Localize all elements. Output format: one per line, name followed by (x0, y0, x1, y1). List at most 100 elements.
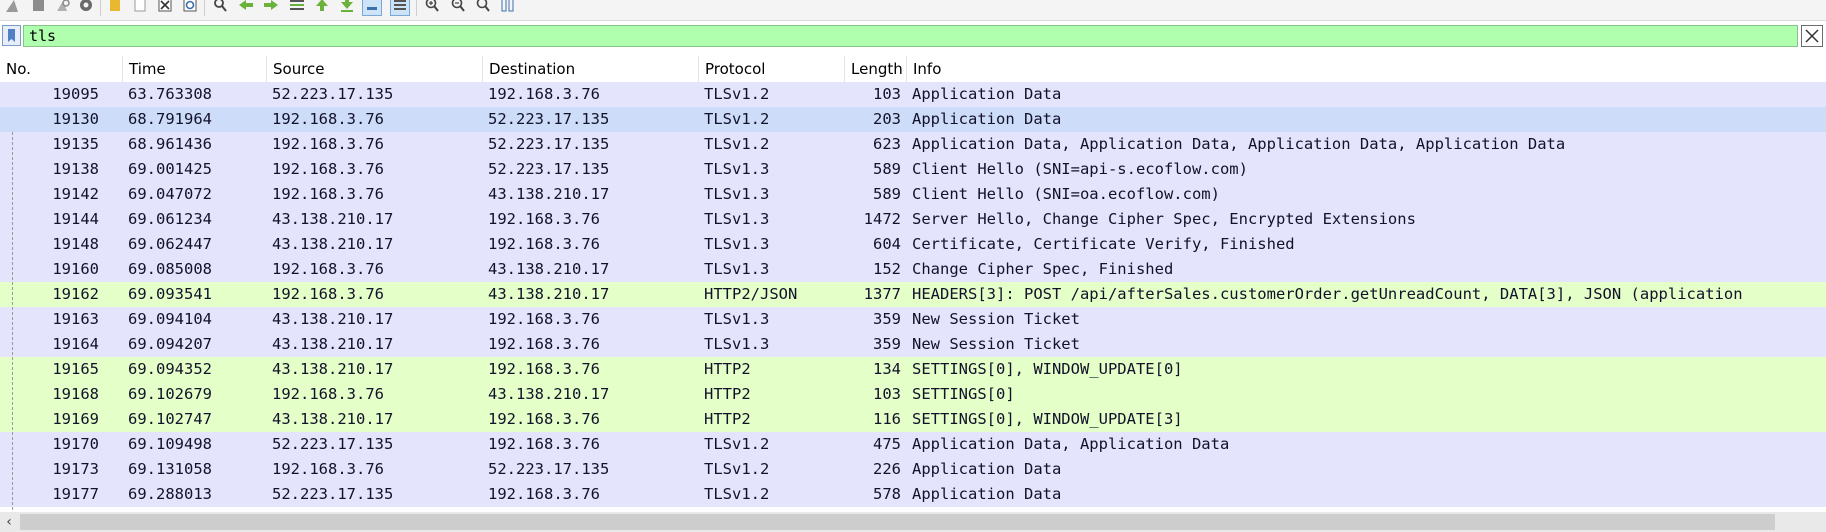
cell-length: 103 (873, 385, 901, 403)
column-header-no[interactable]: No. (0, 56, 123, 82)
table-row[interactable]: 19095 63.763308 52.223.17.135 192.168.3.… (0, 82, 1826, 107)
table-row[interactable]: 19162 69.093541 192.168.3.76 43.138.210.… (0, 282, 1826, 307)
stop-capture-icon[interactable] (28, 0, 48, 16)
bookmark-icon[interactable] (2, 25, 21, 46)
cell-time: 69.061234 (128, 210, 212, 228)
cell-info: Application Data (912, 485, 1062, 503)
conversation-line (12, 132, 13, 520)
table-row[interactable]: 19177 69.288013 52.223.17.135 192.168.3.… (0, 482, 1826, 507)
table-row[interactable]: 19130 68.791964 192.168.3.76 52.223.17.1… (0, 107, 1826, 132)
cell-length: 134 (873, 360, 901, 378)
capture-options-icon[interactable] (76, 0, 96, 16)
cell-length: 226 (873, 460, 901, 478)
cell-destination: 43.138.210.17 (488, 260, 610, 278)
cell-info: Application Data, Application Data (912, 435, 1230, 453)
column-header-source[interactable]: Source (267, 56, 483, 82)
cell-time: 69.131058 (128, 460, 212, 478)
cell-protocol: TLSv1.3 (704, 160, 770, 178)
table-row[interactable]: 19135 68.961436 192.168.3.76 52.223.17.1… (0, 132, 1826, 157)
cell-destination: 52.223.17.135 (488, 110, 610, 128)
table-row[interactable]: 19164 69.094207 43.138.210.17 192.168.3.… (0, 332, 1826, 357)
cell-length: 623 (873, 135, 901, 153)
table-row[interactable]: 19168 69.102679 192.168.3.76 43.138.210.… (0, 382, 1826, 407)
colorize-icon[interactable] (390, 0, 410, 16)
cell-no: 19170 (52, 435, 99, 453)
zoom-in-icon[interactable] (422, 0, 442, 16)
table-row[interactable]: 19170 69.109498 52.223.17.135 192.168.3.… (0, 432, 1826, 457)
cell-protocol: TLSv1.3 (704, 185, 770, 203)
cell-length: 103 (873, 85, 901, 103)
table-row[interactable]: 19148 69.062447 43.138.210.17 192.168.3.… (0, 232, 1826, 257)
cell-source: 192.168.3.76 (272, 135, 384, 153)
save-file-icon[interactable] (130, 0, 150, 16)
clear-filter-icon[interactable] (1801, 25, 1823, 47)
cell-source: 192.168.3.76 (272, 185, 384, 203)
cell-info: New Session Ticket (912, 335, 1080, 353)
cell-length: 359 (873, 335, 901, 353)
table-row[interactable]: 19165 69.094352 43.138.210.17 192.168.3.… (0, 357, 1826, 382)
last-packet-icon[interactable] (337, 0, 357, 16)
cell-source: 43.138.210.17 (272, 310, 394, 328)
cell-source: 52.223.17.135 (272, 435, 394, 453)
go-back-icon[interactable] (236, 0, 256, 16)
table-row[interactable]: 19169 69.102747 43.138.210.17 192.168.3.… (0, 407, 1826, 432)
table-row[interactable]: 19144 69.061234 43.138.210.17 192.168.3.… (0, 207, 1826, 232)
column-header-info[interactable]: Info (907, 56, 1826, 82)
cell-info: Application Data (912, 85, 1062, 103)
scroll-left-arrow-icon[interactable]: ‹ (0, 512, 18, 532)
column-header-length[interactable]: Length (845, 56, 907, 82)
restart-capture-icon[interactable] (52, 0, 72, 16)
cell-source: 43.138.210.17 (272, 335, 394, 353)
close-file-icon[interactable] (155, 0, 175, 16)
cell-time: 69.047072 (128, 185, 212, 203)
column-header-time[interactable]: Time (123, 56, 267, 82)
normal-size-icon[interactable] (473, 0, 493, 16)
cell-destination: 192.168.3.76 (488, 435, 600, 453)
display-filter-input[interactable]: tls (23, 25, 1798, 47)
cell-no: 19135 (52, 135, 99, 153)
cell-protocol: TLSv1.2 (704, 485, 770, 503)
cell-no: 19162 (52, 285, 99, 303)
resize-columns-icon[interactable] (498, 0, 518, 16)
open-file-icon[interactable] (105, 0, 125, 16)
cell-destination: 192.168.3.76 (488, 310, 600, 328)
column-header-protocol[interactable]: Protocol (699, 56, 845, 82)
autoscroll-icon[interactable] (362, 0, 382, 16)
table-row[interactable]: 19173 69.131058 192.168.3.76 52.223.17.1… (0, 457, 1826, 482)
go-to-packet-icon[interactable] (287, 0, 307, 16)
cell-protocol: HTTP2 (704, 385, 751, 403)
shark-fin-icon[interactable] (2, 0, 22, 16)
column-header-destination[interactable]: Destination (483, 56, 699, 82)
cell-source: 192.168.3.76 (272, 110, 384, 128)
cell-destination: 192.168.3.76 (488, 485, 600, 503)
table-row[interactable]: 19163 69.094104 43.138.210.17 192.168.3.… (0, 307, 1826, 332)
packet-list: 19095 63.763308 52.223.17.135 192.168.3.… (0, 82, 1826, 508)
zoom-out-icon[interactable] (448, 0, 468, 16)
scrollbar-thumb[interactable] (20, 514, 1775, 530)
cell-info: Client Hello (SNI=api-s.ecoflow.com) (912, 160, 1248, 178)
cell-no: 19144 (52, 210, 99, 228)
go-forward-icon[interactable] (261, 0, 281, 16)
cell-destination: 192.168.3.76 (488, 235, 600, 253)
find-packet-icon[interactable] (210, 0, 230, 16)
table-row[interactable]: 19142 69.047072 192.168.3.76 43.138.210.… (0, 182, 1826, 207)
cell-info: SETTINGS[0] (912, 385, 1015, 403)
cell-info: Certificate, Certificate Verify, Finishe… (912, 235, 1295, 253)
cell-info: Client Hello (SNI=oa.ecoflow.com) (912, 185, 1220, 203)
horizontal-scrollbar[interactable]: ‹ (0, 512, 1826, 532)
main-toolbar (0, 0, 1826, 21)
cell-destination: 192.168.3.76 (488, 360, 600, 378)
cell-length: 203 (873, 110, 901, 128)
cell-no: 19165 (52, 360, 99, 378)
cell-source: 192.168.3.76 (272, 285, 384, 303)
cell-protocol: TLSv1.2 (704, 85, 770, 103)
cell-info: Application Data (912, 460, 1062, 478)
table-row[interactable]: 19138 69.001425 192.168.3.76 52.223.17.1… (0, 157, 1826, 182)
cell-time: 69.288013 (128, 485, 212, 503)
cell-destination: 192.168.3.76 (488, 85, 600, 103)
cell-info: HEADERS[3]: POST /api/afterSales.custome… (912, 285, 1743, 303)
first-packet-icon[interactable] (312, 0, 332, 16)
table-row[interactable]: 19160 69.085008 192.168.3.76 43.138.210.… (0, 257, 1826, 282)
reload-file-icon[interactable] (180, 0, 200, 16)
cell-length: 116 (873, 410, 901, 428)
